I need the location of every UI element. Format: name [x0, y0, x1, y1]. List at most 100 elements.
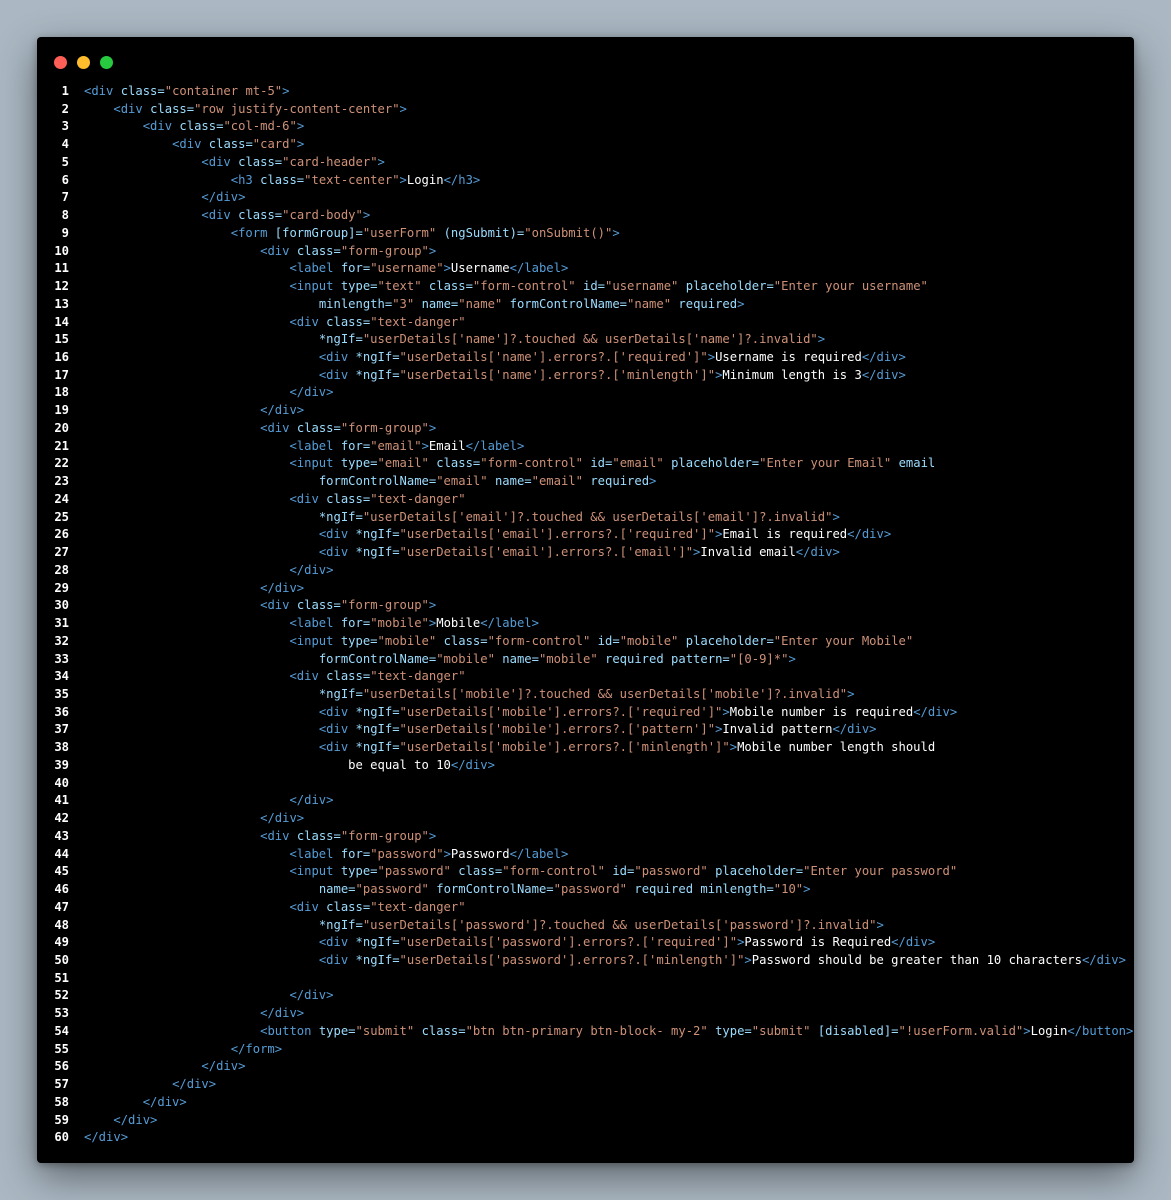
code-line: 29 </div>	[37, 580, 1134, 598]
code-line: 47 <div class="text-danger"	[37, 899, 1134, 917]
line-number: 8	[61, 208, 69, 223]
minimize-dot-icon[interactable]	[77, 56, 90, 69]
line-source: <div class="text-danger"	[289, 899, 466, 914]
line-number: 29	[54, 580, 69, 595]
code-line: 19 </div>	[37, 402, 1134, 420]
line-number: 31	[54, 616, 69, 631]
code-line: 44 <label for="password">Password</label…	[37, 846, 1134, 864]
line-source: be equal to 10</div>	[84, 757, 495, 772]
close-dot-icon[interactable]	[54, 56, 67, 69]
code-line: 17 <div *ngIf="userDetails['name'].error…	[37, 367, 1134, 385]
code-line: 35 *ngIf="userDetails['mobile']?.touched…	[37, 686, 1134, 704]
line-source: </form>	[230, 1041, 283, 1056]
line-number: 13	[54, 296, 69, 311]
code-line: 39 be equal to 10</div>	[37, 757, 1134, 775]
code-line: 5 <div class="card-header">	[37, 154, 1134, 172]
line-source: <label for="email">Email</label>	[289, 438, 525, 453]
line-number: 19	[54, 403, 69, 418]
line-source: <div *ngIf="userDetails['name'].errors?.…	[318, 350, 906, 365]
line-number: 55	[54, 1041, 69, 1056]
code-line: 30 <div class="form-group">	[37, 597, 1134, 615]
line-source: <div *ngIf="userDetails['name'].errors?.…	[318, 367, 906, 382]
line-number: 21	[54, 438, 69, 453]
code-line: 37 <div *ngIf="userDetails['mobile'].err…	[37, 721, 1134, 739]
line-source: <div class="container mt-5">	[84, 84, 290, 98]
line-source: <label for="username">Username</label>	[289, 261, 569, 276]
line-source: <div class="row justify-content-center">	[113, 101, 407, 116]
code-line: 60 </div>	[37, 1129, 1134, 1147]
line-number: 12	[54, 279, 69, 294]
line-number: 57	[54, 1077, 69, 1092]
line-number: 10	[54, 243, 69, 258]
code-line: 46 name="password" formControlName="pass…	[37, 881, 1134, 899]
line-source: <input type="email" class="form-control"…	[289, 456, 936, 471]
line-source: formControlName="mobile" name="mobile" r…	[318, 651, 796, 666]
line-source: <div *ngIf="userDetails['mobile'].errors…	[318, 722, 877, 737]
code-line: 52 </div>	[37, 987, 1134, 1005]
line-number: 16	[54, 350, 69, 365]
line-source: <form [formGroup]="userForm" (ngSubmit)=…	[230, 225, 620, 240]
line-source: *ngIf="userDetails['mobile']?.touched &&…	[318, 686, 855, 701]
code-line: 57 </div>	[37, 1076, 1134, 1094]
code-line: 36 <div *ngIf="userDetails['mobile'].err…	[37, 704, 1134, 722]
line-source: </div>	[84, 1130, 129, 1145]
line-source: name="password" formControlName="passwor…	[318, 882, 811, 897]
line-source: </div>	[142, 1094, 187, 1109]
line-number: 34	[54, 669, 69, 684]
line-number: 22	[54, 456, 69, 471]
line-source: <div class="card-body">	[201, 208, 371, 223]
code-line: 54 <button type="submit" class="btn btn-…	[37, 1023, 1134, 1041]
line-number: 42	[54, 811, 69, 826]
code-line: 28 </div>	[37, 562, 1134, 580]
code-line: 13 minlength="3" name="name" formControl…	[37, 296, 1134, 314]
code-line: 41 </div>	[37, 792, 1134, 810]
code-line: 14 <div class="text-danger"	[37, 314, 1134, 332]
line-source: formControlName="email" name="email" req…	[318, 474, 657, 489]
code-block: 1 <div class="container mt-5"> 2 <div clas…	[37, 83, 1134, 1147]
line-source: <input type="text" class="form-control" …	[289, 279, 928, 294]
line-source: <div *ngIf="userDetails['email'].errors?…	[318, 545, 840, 560]
line-number: 49	[54, 935, 69, 950]
code-line: 6 <h3 class="text-center">Login</h3>	[37, 172, 1134, 190]
code-line: 1 <div class="container mt-5">	[37, 83, 1134, 101]
code-line: 11 <label for="username">Username</label…	[37, 260, 1134, 278]
line-source: <div class="text-danger"	[289, 314, 466, 329]
line-number: 53	[54, 1006, 69, 1021]
code-line: 24 <div class="text-danger"	[37, 491, 1134, 509]
line-source: <div class="form-group">	[260, 243, 437, 258]
line-source: </div>	[289, 562, 334, 577]
line-number: 47	[54, 899, 69, 914]
line-source: <div *ngIf="userDetails['password'].erro…	[318, 935, 936, 950]
line-number: 54	[54, 1023, 69, 1038]
maximize-dot-icon[interactable]	[100, 56, 113, 69]
line-source: <div class="text-danger"	[289, 669, 466, 684]
code-line: 53 </div>	[37, 1005, 1134, 1023]
line-number: 45	[54, 864, 69, 879]
line-source: <div class="form-group">	[260, 828, 437, 843]
code-line: 42 </div>	[37, 810, 1134, 828]
line-source: <div *ngIf="userDetails['mobile'].errors…	[318, 740, 936, 755]
line-number: 27	[54, 545, 69, 560]
line-number: 11	[54, 261, 69, 276]
line-number: 2	[61, 101, 69, 116]
code-line: 51	[37, 970, 1134, 988]
line-number: 48	[54, 917, 69, 932]
code-line: 15 *ngIf="userDetails['name']?.touched &…	[37, 331, 1134, 349]
line-number: 59	[54, 1112, 69, 1127]
line-source: <div class="card">	[172, 137, 305, 152]
code-line: 33 formControlName="mobile" name="mobile…	[37, 651, 1134, 669]
line-source: </div>	[289, 385, 334, 400]
line-number: 52	[54, 988, 69, 1003]
code-line: 48 *ngIf="userDetails['password']?.touch…	[37, 917, 1134, 935]
code-line: 58 </div>	[37, 1094, 1134, 1112]
line-number: 51	[54, 970, 69, 985]
code-line: 56 </div>	[37, 1058, 1134, 1076]
line-source: <div class="form-group">	[260, 420, 437, 435]
line-number: 35	[54, 686, 69, 701]
code-line: 59 </div>	[37, 1112, 1134, 1130]
line-number: 56	[54, 1059, 69, 1074]
line-number: 32	[54, 633, 69, 648]
line-number: 1	[61, 84, 69, 98]
line-source: </div>	[289, 988, 334, 1003]
line-number: 36	[54, 704, 69, 719]
